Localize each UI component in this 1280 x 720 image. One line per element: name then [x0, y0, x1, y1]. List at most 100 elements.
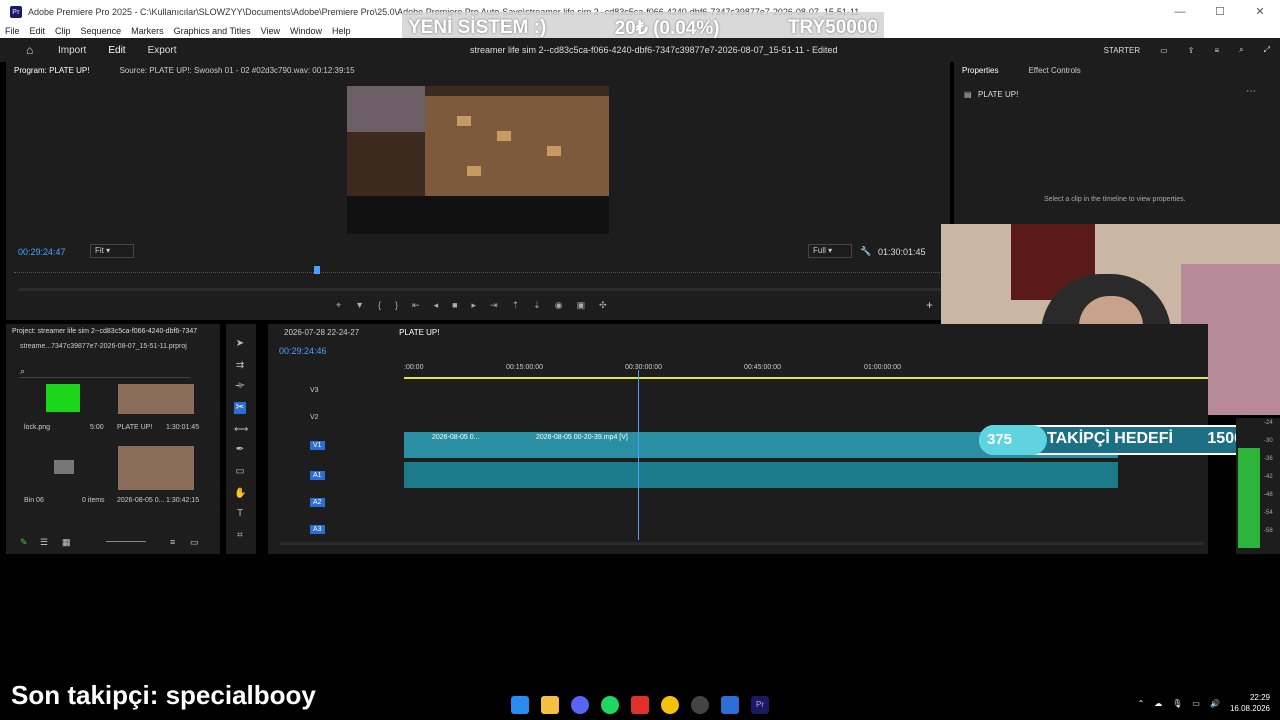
- project-item[interactable]: [46, 384, 80, 412]
- fit-dropdown[interactable]: Fit ▾: [90, 244, 134, 258]
- maximize-button[interactable]: ☐: [1200, 0, 1240, 24]
- track-a1[interactable]: A1: [310, 471, 325, 480]
- track-a2[interactable]: A2: [310, 498, 325, 507]
- chrome-icon[interactable]: [661, 696, 679, 714]
- menu-view[interactable]: View: [256, 26, 285, 36]
- track-v2[interactable]: V2: [310, 414, 319, 421]
- new-bin-icon[interactable]: ▭: [190, 537, 199, 548]
- step-forward-icon[interactable]: ▸: [472, 300, 477, 311]
- menu-file[interactable]: File: [0, 26, 25, 36]
- pen-icon[interactable]: ✎: [20, 537, 28, 548]
- folder-icon[interactable]: [54, 460, 74, 474]
- file-explorer-icon[interactable]: [541, 696, 559, 714]
- workspace-label[interactable]: STARTER: [1104, 46, 1141, 55]
- clock[interactable]: 22:29 16.08.2026: [1230, 692, 1270, 714]
- ripple-edit-icon[interactable]: ⟛: [234, 380, 246, 392]
- mic-tray-icon[interactable]: 🎙: [1172, 699, 1182, 708]
- add-button-icon[interactable]: +: [926, 298, 933, 312]
- track-select-icon[interactable]: ⇉: [234, 360, 246, 372]
- premiere-taskbar-icon[interactable]: Pr: [751, 696, 769, 714]
- extract-icon[interactable]: ⇣: [533, 300, 541, 311]
- menu-window[interactable]: Window: [285, 26, 327, 36]
- vr-icon[interactable]: ✣: [599, 300, 607, 311]
- nav-edit[interactable]: Edit: [108, 45, 125, 56]
- work-area-bar[interactable]: [404, 377, 1208, 379]
- mark-in-icon[interactable]: ⌖: [336, 300, 341, 311]
- marker-icon[interactable]: ▼: [355, 300, 364, 311]
- monitor-playhead[interactable]: [314, 266, 320, 274]
- tab-source[interactable]: Source: PLATE UP!: Swoosh 01 - 02 #02d3c…: [119, 66, 354, 75]
- pen-tool-icon[interactable]: ✒: [234, 444, 246, 456]
- chevron-up-icon[interactable]: ⌃: [1138, 699, 1145, 708]
- menu-sequence[interactable]: Sequence: [76, 26, 127, 36]
- type-tool-icon[interactable]: T: [234, 508, 246, 520]
- tab-effect-controls[interactable]: Effect Controls: [1028, 66, 1080, 75]
- go-to-in-icon[interactable]: ⇤: [412, 300, 420, 311]
- track-a3[interactable]: A3: [310, 525, 325, 534]
- slip-tool-icon[interactable]: ⟷: [234, 424, 248, 436]
- zoom-scrollbar[interactable]: [18, 288, 942, 291]
- network-icon[interactable]: ☁: [1154, 699, 1162, 708]
- nav-export[interactable]: Export: [148, 45, 177, 56]
- sort-icon[interactable]: ≡: [170, 537, 175, 547]
- sequence-tab-1[interactable]: 2026-07-28 22-24-27: [284, 328, 359, 337]
- lift-icon[interactable]: ⇡: [512, 300, 520, 311]
- zoom-slider[interactable]: [106, 541, 146, 542]
- track-v3[interactable]: V3: [310, 387, 319, 394]
- menu-icon[interactable]: ≡: [1214, 46, 1219, 55]
- out-point-icon[interactable]: }: [395, 300, 398, 311]
- minimize-button[interactable]: —: [1160, 0, 1200, 24]
- obs-icon[interactable]: [691, 696, 709, 714]
- menu-clip[interactable]: Clip: [50, 26, 76, 36]
- timeline-scrollbar[interactable]: [280, 542, 1204, 545]
- discord-icon[interactable]: [571, 696, 589, 714]
- playhead-timecode[interactable]: 00:29:24:47: [18, 247, 66, 257]
- resolution-dropdown[interactable]: Full ▾: [808, 244, 852, 258]
- project-search-input[interactable]: ⌕: [20, 366, 190, 378]
- stop-icon[interactable]: ■: [452, 300, 457, 311]
- spotify-icon[interactable]: [601, 696, 619, 714]
- menu-markers[interactable]: Markers: [126, 26, 169, 36]
- selection-tool-icon[interactable]: ➤: [234, 338, 246, 350]
- app-icon[interactable]: [631, 696, 649, 714]
- project-item[interactable]: [118, 446, 194, 490]
- panel-icon[interactable]: ▭: [1160, 46, 1168, 55]
- in-point-icon[interactable]: {: [378, 300, 381, 311]
- rectangle-tool-icon[interactable]: ▭: [234, 466, 246, 478]
- caption-tool-icon[interactable]: ⌗: [234, 530, 246, 542]
- tab-properties[interactable]: Properties: [962, 66, 998, 75]
- wrench-icon[interactable]: 🔧: [860, 246, 871, 257]
- camera-icon[interactable]: ◉: [555, 300, 563, 311]
- hand-tool-icon[interactable]: ✋: [234, 488, 246, 500]
- close-button[interactable]: ✕: [1240, 0, 1280, 24]
- list-view-icon[interactable]: ☰: [40, 537, 48, 548]
- timeline-playhead[interactable]: [638, 370, 639, 540]
- share-icon[interactable]: ⇪: [1188, 46, 1195, 55]
- search-icon[interactable]: ⌕: [1239, 45, 1243, 55]
- menu-help[interactable]: Help: [327, 26, 356, 36]
- start-icon[interactable]: [511, 696, 529, 714]
- icon-view-icon[interactable]: ▦: [62, 537, 71, 548]
- project-item[interactable]: [118, 384, 194, 414]
- razor-tool-icon[interactable]: ✂: [234, 402, 246, 414]
- tab-program[interactable]: Program: PLATE UP!: [14, 66, 89, 75]
- fullscreen-icon[interactable]: ⤢: [1264, 45, 1270, 55]
- audio-clip[interactable]: [404, 462, 1118, 488]
- sequence-tab-2[interactable]: PLATE UP!: [399, 328, 439, 337]
- menu-graphics[interactable]: Graphics and Titles: [169, 26, 256, 36]
- monitor-ruler[interactable]: [14, 267, 940, 273]
- step-back-icon[interactable]: ◂: [434, 300, 439, 311]
- timeline-ruler[interactable]: :00:00 00:15:00:00 00:30:00:00 00:45:00:…: [404, 364, 1208, 378]
- menu-edit[interactable]: Edit: [25, 26, 51, 36]
- timeline-timecode[interactable]: 00:29:24:46: [279, 346, 327, 356]
- home-icon[interactable]: ⌂: [26, 43, 33, 57]
- display-icon[interactable]: ▭: [1192, 699, 1200, 708]
- go-to-out-icon[interactable]: ⇥: [490, 300, 498, 311]
- project-tab[interactable]: Project: streamer life sim 2--cd83c5ca-f…: [6, 324, 220, 339]
- track-v1[interactable]: V1: [310, 441, 325, 450]
- compare-icon[interactable]: ▣: [577, 300, 586, 311]
- nav-import[interactable]: Import: [58, 45, 86, 56]
- editor-icon[interactable]: [721, 696, 739, 714]
- volume-icon[interactable]: 🔊: [1210, 699, 1220, 708]
- more-options-icon[interactable]: ⋯: [1246, 86, 1256, 97]
